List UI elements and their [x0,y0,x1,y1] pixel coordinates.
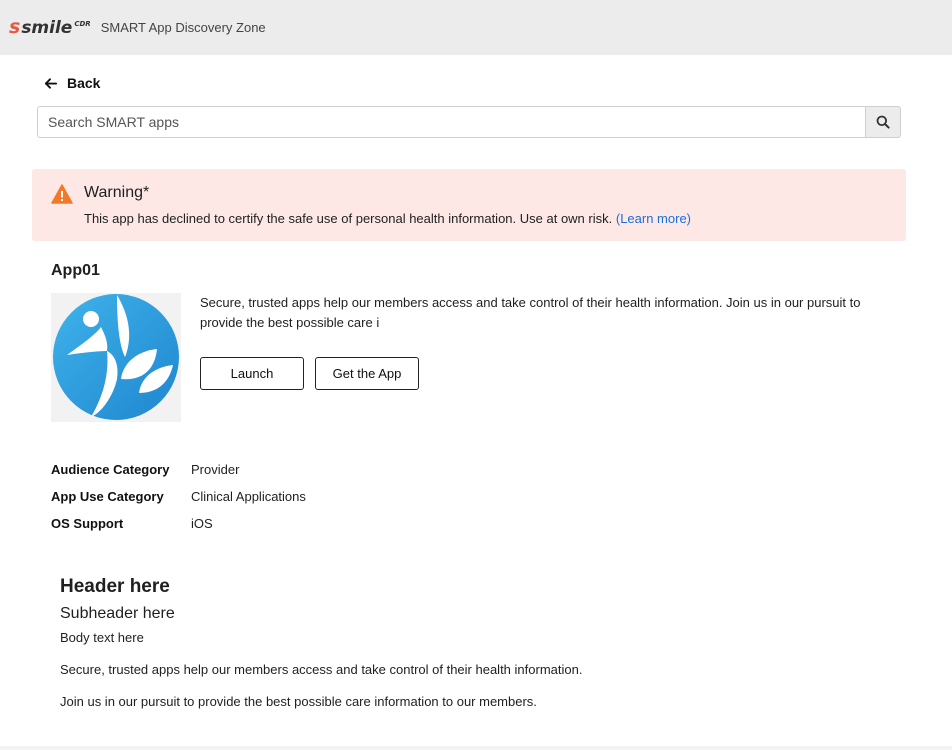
content-paragraph: Secure, trusted apps help our members ac… [60,662,583,677]
search-icon [876,115,890,129]
detail-row-os-support: OS Support iOS [51,510,306,537]
detail-label: OS Support [51,516,124,531]
logo-s-mark: s [9,16,21,38]
detail-value: iOS [191,516,213,531]
warning-triangle-icon [51,184,73,204]
content-body: Body text here [60,630,144,645]
search-button[interactable] [866,106,901,138]
content-paragraph: Join us in our pursuit to provide the be… [60,694,537,709]
detail-label: Audience Category [51,462,170,477]
app-title: SMART App Discovery Zone [100,20,266,35]
logo-cdr: CDR [74,20,91,28]
content-subheader: Subheader here [60,605,175,622]
back-link[interactable]: Back [43,75,100,91]
warning-banner: Warning* This app has declined to certif… [32,169,906,241]
app-name: App01 [51,262,100,279]
launch-button[interactable]: Launch [200,357,304,390]
app-logo [51,293,181,422]
app-details: Audience Category Provider App Use Categ… [51,456,306,537]
get-the-app-button[interactable]: Get the App [315,357,419,390]
detail-value: Clinical Applications [191,489,306,504]
search-bar [37,106,901,138]
content-header: Header here [60,576,170,597]
detail-value: Provider [191,462,240,477]
app-description: Secure, trusted apps help our members ac… [200,295,861,330]
person-leaf-logo-icon [53,294,179,420]
warning-message-line: This app has declined to certify the saf… [84,211,691,226]
arrow-left-icon [44,77,58,89]
detail-label: App Use Category [51,489,164,504]
app-content: Header here Subheader here Body text her… [60,576,582,710]
logo-wordmark: smile [21,18,73,38]
detail-row-audience: Audience Category Provider [51,456,306,483]
detail-row-app-use: App Use Category Clinical Applications [51,483,306,510]
smile-cdr-logo[interactable]: s smile CDR [9,18,91,37]
top-bar: s smile CDR SMART App Discovery Zone [0,0,952,55]
search-input[interactable] [37,106,866,138]
warning-message: This app has declined to certify the saf… [84,211,613,226]
learn-more-link[interactable]: (Learn more) [616,211,691,226]
back-label: Back [67,75,101,91]
warning-title: Warning* [84,184,150,201]
footer-divider [0,746,952,750]
